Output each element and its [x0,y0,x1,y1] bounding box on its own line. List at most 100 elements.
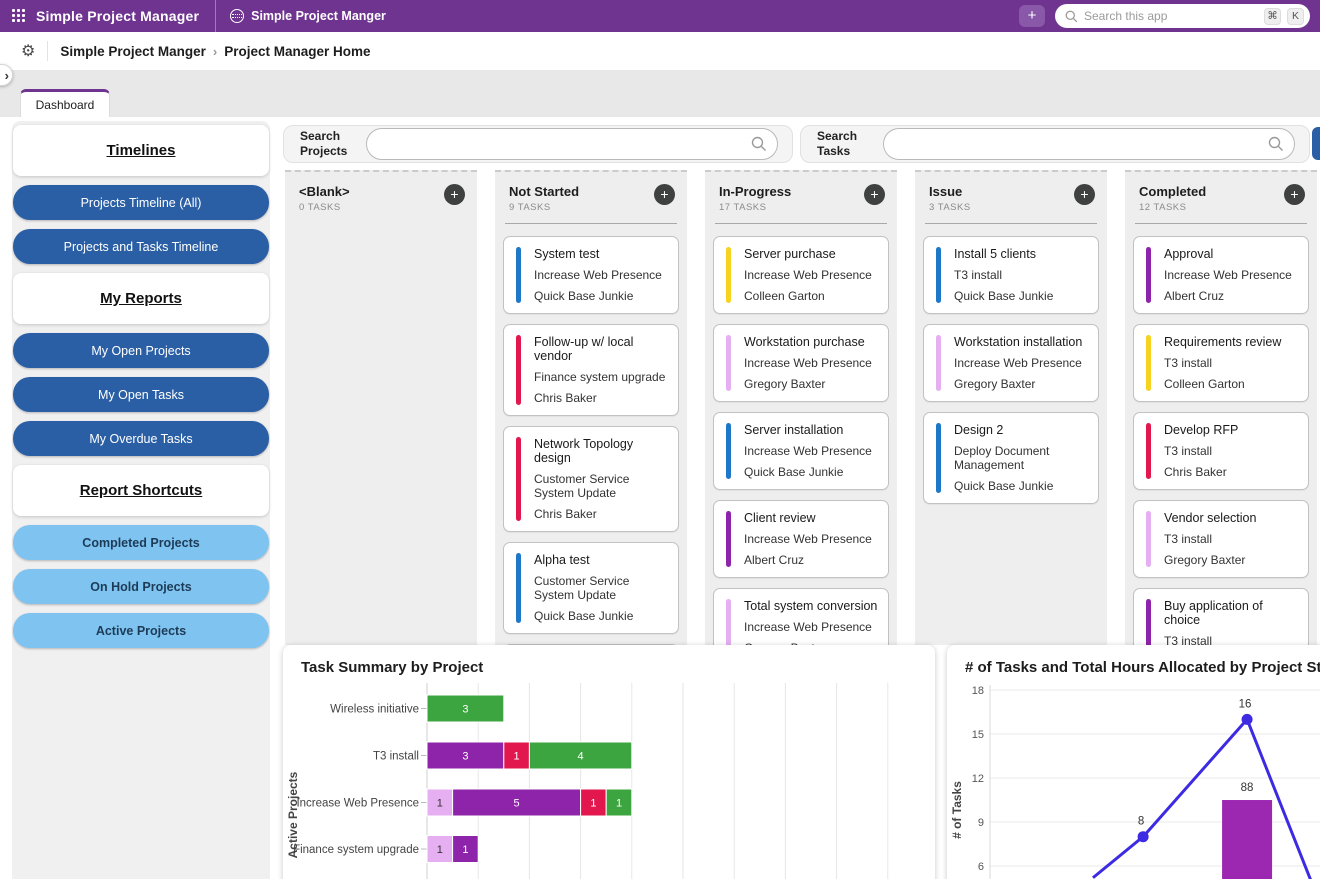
search-projects-label: Search Projects [300,129,352,159]
task-color-bar [726,423,731,479]
task-title: Alpha test [534,553,668,567]
task-assignee: Chris Baker [534,391,668,405]
task-color-bar [726,335,731,391]
search-tasks-box: Search Tasks [800,125,1310,163]
sidebar-button-projects-and-tasks-timeline[interactable]: Projects and Tasks Timeline [13,229,269,264]
task-card-workstation-purchase[interactable]: Workstation purchaseIncrease Web Presenc… [713,324,889,402]
search-tasks-input[interactable] [896,137,1268,152]
svg-text:16: 16 [1239,698,1252,710]
sidebar-heading-timelines: Timelines [13,125,269,176]
kanban-column-completed: Completed 12 TASKS + ApprovalIncrease Web P… [1125,170,1317,645]
svg-text:1: 1 [462,844,468,856]
task-assignee: Quick Base Junkie [744,465,878,479]
sidebar-button-my-open-projects[interactable]: My Open Projects [13,333,269,368]
tasks-hours-chart-card: # of Tasks and Total Hours Allocated by … [947,645,1320,879]
sidebar-button-my-open-tasks[interactable]: My Open Tasks [13,377,269,412]
task-color-bar [726,511,731,567]
search-tasks-field[interactable] [883,128,1295,160]
search-icon [1065,10,1078,23]
cmd-key-badge: ⌘ [1264,8,1281,25]
task-card-network-topology-design[interactable]: Network Topology designCustomer Service … [503,426,679,532]
app-name[interactable]: Simple Project Manger [251,9,386,23]
task-assignee: Colleen Garton [1164,377,1298,391]
task-card-total-system-conversion[interactable]: Total system conversionIncrease Web Pres… [713,588,889,645]
task-project: T3 install [1164,356,1298,370]
column-name: Completed [1139,184,1206,199]
svg-text:3: 3 [462,751,468,763]
search-projects-input[interactable] [379,137,751,152]
task-title: Develop RFP [1164,423,1298,437]
task-card-follow-up-w-local-vendor[interactable]: Follow-up w/ local vendorFinance system … [503,324,679,416]
column-separator [505,223,677,224]
add-task-button[interactable]: + [654,184,675,205]
tasks-hours-line-chart: 18151296# of Tasks88816 [947,645,1320,879]
task-color-bar [936,335,941,391]
task-color-bar [516,553,521,623]
task-card-buy-application-of-choice[interactable]: Buy application of choiceT3 installAlber… [1133,588,1309,645]
svg-text:12: 12 [972,773,984,785]
global-search-input[interactable] [1084,9,1258,23]
app-icon [230,9,244,23]
tab-dashboard[interactable]: Dashboard [20,89,110,117]
add-task-button[interactable]: + [864,184,885,205]
task-assignee: Gregory Baxter [954,377,1088,391]
search-projects-field[interactable] [366,128,778,160]
clipped-edge-button[interactable] [1312,127,1320,160]
task-color-bar [516,247,521,303]
task-card-install-5-clients[interactable]: Install 5 clientsT3 installQuick Base Ju… [923,236,1099,314]
task-title: Buy application of choice [1164,599,1298,627]
kanban-column-issue: Issue3 TASKS+Install 5 clientsT3 install… [915,170,1107,645]
task-title: Workstation installation [954,335,1088,349]
task-card-server-purchase[interactable]: Server purchaseIncrease Web PresenceColl… [713,236,889,314]
column-separator [1135,223,1307,224]
global-search[interactable]: ⌘ K [1055,4,1310,28]
svg-text:5: 5 [514,798,520,810]
global-add-button[interactable]: + [1019,5,1045,27]
task-assignee: Albert Cruz [1164,289,1298,303]
gear-icon[interactable]: ⚙ [21,41,35,61]
task-card-workstation-installation[interactable]: Workstation installationIncrease Web Pre… [923,324,1099,402]
task-card-design-2[interactable]: Design 2Deploy Document ManagementQuick … [923,412,1099,504]
column-name: <Blank> [299,184,350,199]
task-card-approval[interactable]: ApprovalIncrease Web PresenceAlbert Cruz [1133,236,1309,314]
column-name: Not Started [509,184,579,199]
column-task-count: 12 TASKS [1139,202,1206,213]
task-assignee: Albert Cruz [744,553,878,567]
task-card-system-test[interactable]: System testIncrease Web PresenceQuick Ba… [503,236,679,314]
product-name: Simple Project Manager [36,8,199,24]
add-task-button[interactable]: + [1074,184,1095,205]
app-grid-icon[interactable] [12,9,26,23]
task-card-server-installation[interactable]: Server installationIncrease Web Presence… [713,412,889,490]
svg-text:9: 9 [978,817,984,829]
task-assignee: Quick Base Junkie [534,289,668,303]
task-title: Vendor selection [1164,511,1298,525]
add-task-button[interactable]: + [444,184,465,205]
sidebar-button-projects-timeline-all[interactable]: Projects Timeline (All) [13,185,269,220]
column-task-count: 0 TASKS [299,202,350,213]
task-card-alpha-test[interactable]: Alpha testCustomer Service System Update… [503,542,679,634]
task-project: Customer Service System Update [534,472,668,500]
page: Simple Project Manager Simple Project Ma… [0,0,1320,879]
sidebar-button-my-overdue-tasks[interactable]: My Overdue Tasks [13,421,269,456]
sidebar-button-active-projects[interactable]: Active Projects [13,613,269,648]
task-card-client-review[interactable]: Client reviewIncrease Web PresenceAlbert… [713,500,889,578]
svg-text:4: 4 [578,751,584,763]
search-projects-box: Search Projects [283,125,793,163]
svg-text:# of Tasks: # of Tasks [950,781,964,839]
column-task-count: 9 TASKS [509,202,579,213]
breadcrumb-app[interactable]: Simple Project Manger [60,44,206,59]
sidebar-button-completed-projects[interactable]: Completed Projects [13,525,269,560]
breadcrumb-page: Project Manager Home [224,44,370,59]
task-card-develop-rfp[interactable]: Develop RFPT3 installChris Baker [1133,412,1309,490]
task-project: T3 install [1164,444,1298,458]
task-title: Approval [1164,247,1298,261]
add-task-button[interactable]: + [1284,184,1305,205]
task-card-requirements-review[interactable]: Requirements reviewT3 installColleen Gar… [1133,324,1309,402]
svg-text:Wireless initiative: Wireless initiative [330,704,419,716]
task-title: Total system conversion [744,599,878,613]
top-app-bar: Simple Project Manager Simple Project Ma… [0,0,1320,32]
task-color-bar [726,599,731,645]
sidebar-button-on-hold-projects[interactable]: On Hold Projects [13,569,269,604]
task-card-vendor-selection[interactable]: Vendor selectionT3 installGregory Baxter [1133,500,1309,578]
breadcrumb-divider [47,41,48,61]
